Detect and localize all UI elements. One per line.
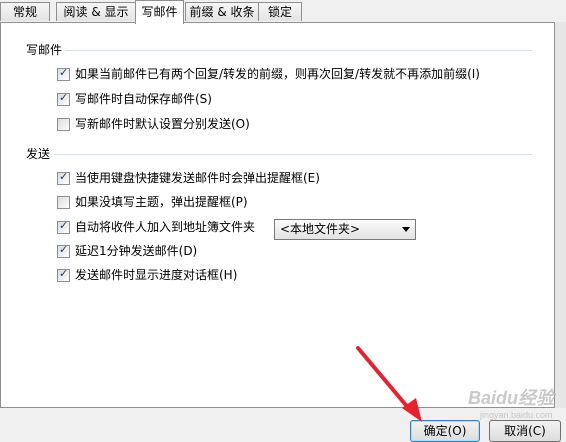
option-label: 如果没填写主题，弹出提醒框(P) [75, 195, 248, 209]
checkbox-no-subject-warning[interactable] [57, 195, 70, 209]
checkbox-reply-prefix[interactable]: ✓ [57, 65, 70, 81]
compose-group-divider [26, 50, 532, 51]
checkbox-auto-save[interactable]: ✓ [57, 90, 70, 106]
panel-shadow [555, 22, 566, 408]
address-book-folder-select[interactable]: <本地文件夹> [274, 219, 416, 240]
option-reply-prefix[interactable]: ✓ 如果当前邮件已有两个回复/转发的前缀，则再次回复/转发就不再添加前缀(I) [57, 66, 480, 82]
option-delay-send[interactable]: ✓ 延迟1分钟发送邮件(D) [57, 243, 197, 259]
tab-compose[interactable]: 写邮件 [135, 0, 184, 24]
option-label: 写邮件时自动保存邮件(S) [75, 92, 212, 106]
check-icon: ✓ [59, 218, 69, 232]
checkbox-auto-add-contacts[interactable]: ✓ [57, 218, 70, 234]
tab-lock[interactable]: 锁定 [258, 2, 302, 21]
send-group-title: 发送 [26, 147, 55, 161]
check-icon: ✓ [59, 266, 69, 280]
cancel-button[interactable]: 取消(C) [489, 420, 561, 442]
tab-prefix-receipt[interactable]: 前缀 & 收条 [185, 2, 259, 21]
tab-strip: 常规 阅读 & 显示 写邮件 前缀 & 收条 锁定 [0, 0, 566, 24]
option-no-subject-warning[interactable]: 如果没填写主题，弹出提醒框(P) [57, 194, 248, 210]
baidu-watermark: Baidu经验 jingyan.baidu.com [468, 384, 554, 420]
option-label: 如果当前邮件已有两个回复/转发的前缀，则再次回复/转发就不再添加前缀(I) [75, 67, 480, 81]
option-separate-send[interactable]: 写新邮件时默认设置分别发送(O) [57, 116, 250, 132]
watermark-url: jingyan.baidu.com [480, 410, 553, 420]
check-icon: ✓ [59, 169, 69, 183]
watermark-logo: Baidu经验 [468, 388, 555, 408]
option-label: 发送邮件时显示进度对话框(H) [75, 268, 238, 282]
option-label: 自动将收件人加入到地址簿文件夹 [75, 220, 256, 234]
chevron-down-icon [402, 227, 410, 232]
checkbox-separate-send[interactable] [57, 117, 70, 131]
option-shortcut-warning[interactable]: ✓ 当使用键盘快捷键发送邮件时会弹出提醒框(E) [57, 170, 320, 186]
checkbox-shortcut-warning[interactable]: ✓ [57, 169, 70, 185]
option-auto-add-contacts[interactable]: ✓ 自动将收件人加入到地址簿文件夹 [57, 219, 255, 235]
check-icon: ✓ [59, 65, 69, 79]
option-label: 写新邮件时默认设置分别发送(O) [75, 117, 250, 131]
option-label: 当使用键盘快捷键发送邮件时会弹出提醒框(E) [75, 171, 320, 185]
tab-reading-display[interactable]: 阅读 & 显示 [56, 2, 136, 21]
option-auto-save[interactable]: ✓ 写邮件时自动保存邮件(S) [57, 91, 212, 107]
tab-general[interactable]: 常规 [0, 2, 50, 21]
check-icon: ✓ [59, 90, 69, 104]
send-group-divider [26, 154, 532, 155]
compose-group-title: 写邮件 [26, 43, 67, 57]
option-progress-dialog[interactable]: ✓ 发送邮件时显示进度对话框(H) [57, 267, 237, 283]
checkbox-delay-send[interactable]: ✓ [57, 242, 70, 258]
check-icon: ✓ [59, 242, 69, 256]
option-label: 延迟1分钟发送邮件(D) [75, 244, 198, 258]
folder-select-value: <本地文件夹> [280, 222, 361, 236]
checkbox-progress-dialog[interactable]: ✓ [57, 266, 70, 282]
annotation-arrow-icon [356, 346, 422, 422]
